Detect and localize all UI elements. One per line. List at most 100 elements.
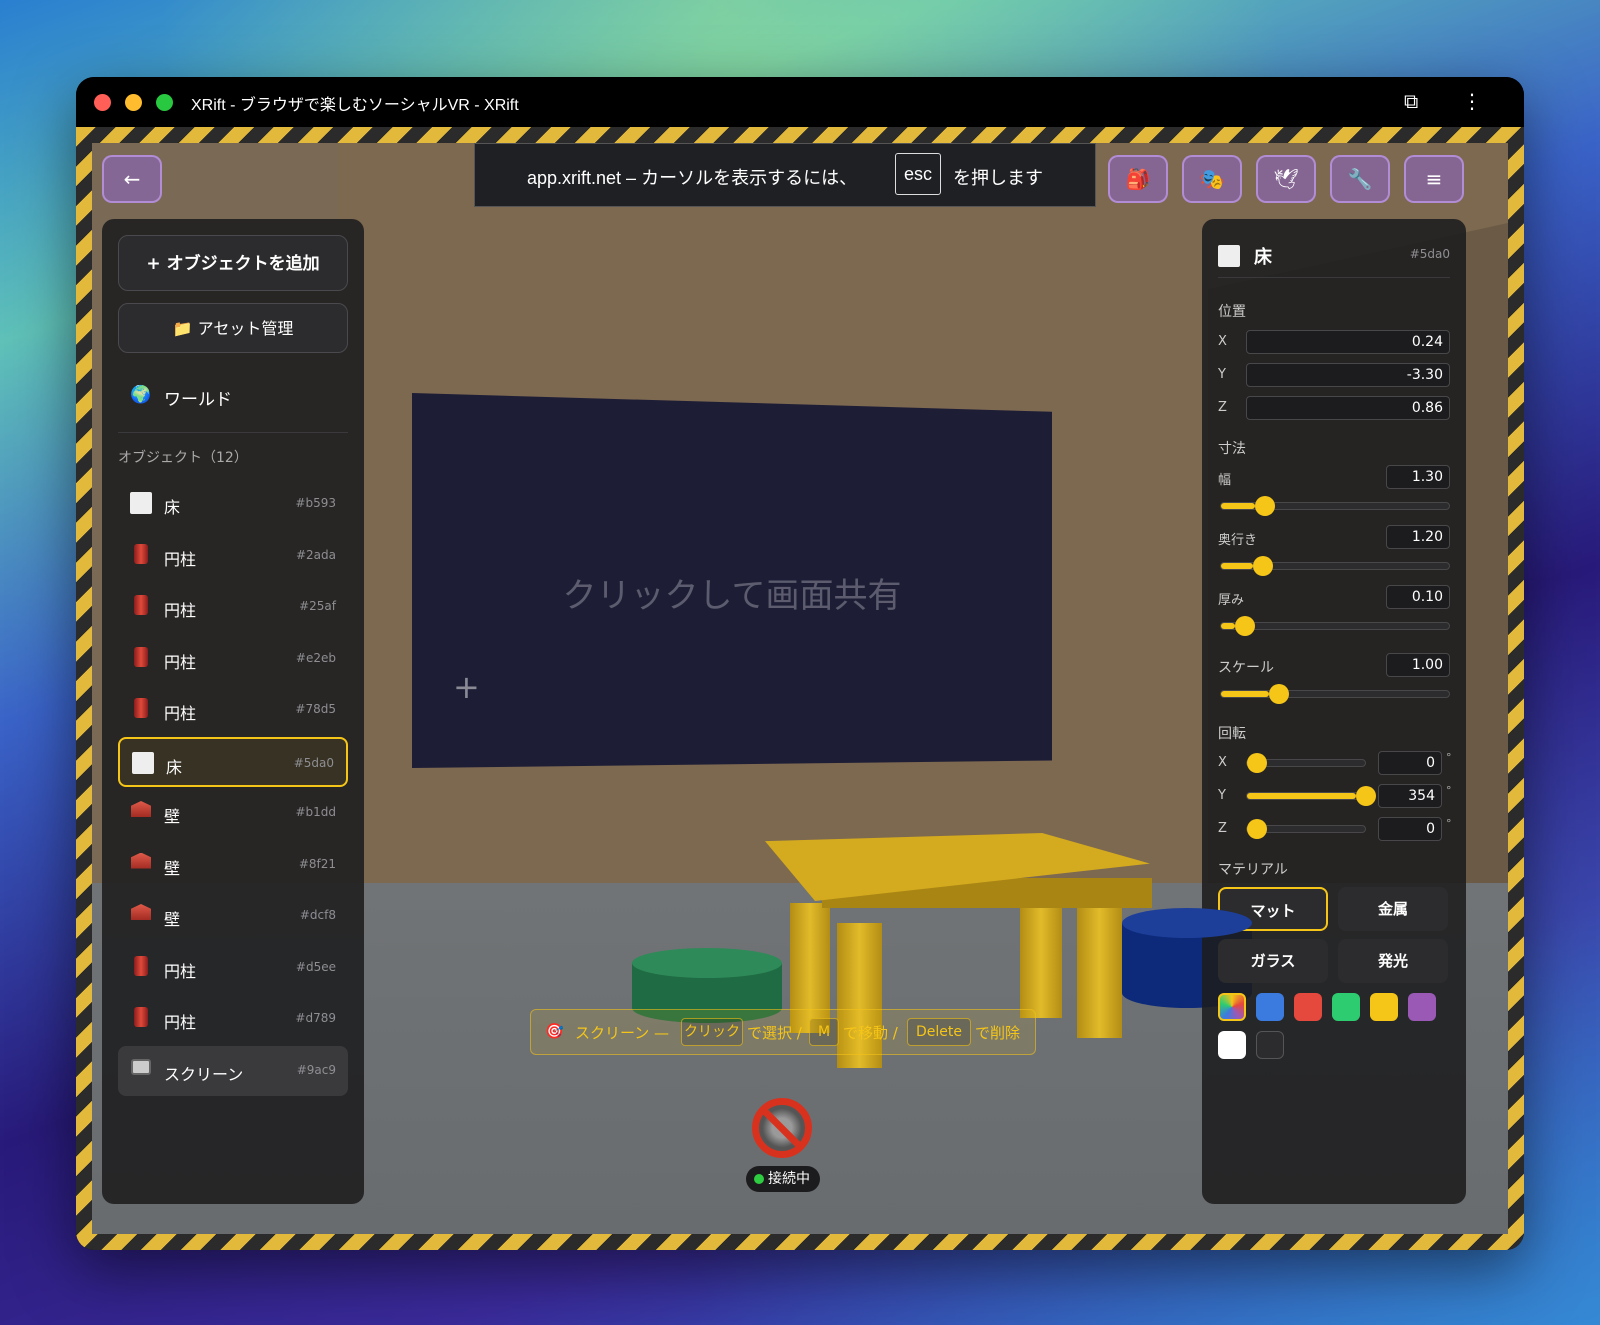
minimize-window-button[interactable] <box>125 94 142 111</box>
width-slider[interactable] <box>1220 496 1450 516</box>
scale-slider[interactable] <box>1220 684 1450 704</box>
color-swatch-dark[interactable] <box>1256 1031 1284 1059</box>
object-id: #5da0 <box>1409 247 1450 261</box>
list-item[interactable]: 壁 #8f21 <box>118 840 348 890</box>
close-window-button[interactable] <box>94 94 111 111</box>
dove-icon[interactable]: 🕊 <box>1256 155 1316 203</box>
asset-manager-button[interactable]: 📁 アセット管理 <box>118 303 348 353</box>
cylinder-icon <box>134 543 148 564</box>
menu-button[interactable]: ≡ <box>1404 155 1464 203</box>
globe-icon: 🌍 <box>130 385 152 405</box>
hint-text: で削除 <box>975 1024 1021 1042</box>
extension-puzzle-icon[interactable]: ⧉ <box>1404 89 1418 113</box>
share-screen-object[interactable]: クリックして画面共有 <box>412 393 1052 768</box>
wall-icon <box>131 852 151 869</box>
list-item[interactable]: 円柱 #e2eb <box>118 634 348 684</box>
white-box-icon <box>130 492 152 514</box>
hint-text: で選択 / <box>747 1024 802 1042</box>
table-leg <box>1020 893 1062 1018</box>
folder-icon: 📁 <box>172 319 193 338</box>
width-input[interactable]: 1.30 <box>1386 465 1450 489</box>
list-item[interactable]: 円柱 #d5ee <box>118 943 348 993</box>
3d-viewport[interactable]: クリックして画面共有 + ← app.xrift.net – カーソルを表示する… <box>92 143 1508 1234</box>
list-item[interactable]: 円柱 #2ada <box>118 531 348 581</box>
crosshair-icon: + <box>453 668 480 706</box>
more-options-icon[interactable]: ⋮ <box>1462 89 1482 113</box>
properties-panel: 床 #5da0 位置 X 0.24 Y -3.30 Z 0.86 寸法 幅 1.… <box>1202 219 1466 1204</box>
rotation-x-slider[interactable] <box>1246 753 1366 773</box>
list-item[interactable]: 床 #b593 <box>118 479 348 529</box>
list-item[interactable]: スクリーン #9ac9 <box>118 1045 348 1096</box>
world-label: ワールド <box>164 390 232 410</box>
m-key: M <box>809 1018 839 1046</box>
rotation-y-slider[interactable] <box>1246 786 1376 806</box>
list-item[interactable]: 壁 #b1dd <box>118 788 348 838</box>
position-y-input[interactable]: -3.30 <box>1246 363 1450 387</box>
dimensions-section-label: 寸法 <box>1218 441 1246 457</box>
click-key: クリック <box>681 1018 743 1046</box>
delete-key: Delete <box>907 1018 971 1046</box>
rotation-section-label: 回転 <box>1218 726 1246 742</box>
world-item[interactable]: 🌍 ワールド <box>118 371 348 421</box>
thickness-input[interactable]: 0.10 <box>1386 585 1450 609</box>
object-list-panel: + オブジェクトを追加 📁 アセット管理 🌍 ワールド オブジェクト（12） 床… <box>102 219 364 1204</box>
depth-input[interactable]: 1.20 <box>1386 525 1450 549</box>
thickness-slider[interactable] <box>1220 616 1450 636</box>
color-swatch-red[interactable] <box>1294 993 1322 1021</box>
backpack-icon[interactable]: 🎒 <box>1108 155 1168 203</box>
rotation-z-input[interactable]: 0 <box>1378 817 1442 841</box>
wall-icon <box>131 904 151 920</box>
window-title: XRift - ブラウザで楽しむソーシャルVR - XRift <box>191 97 519 114</box>
list-item[interactable]: 円柱 #25af <box>118 582 348 632</box>
banner-suffix: を押します <box>953 168 1043 188</box>
shortcut-hint-bar: 🎯 スクリーン — クリック で選択 / M で移動 / Delete で削除 <box>530 1009 1036 1055</box>
list-item[interactable]: 壁 #dcf8 <box>118 891 348 941</box>
browser-window: XRift - ブラウザで楽しむソーシャルVR - XRift ⧉ ⋮ クリック… <box>76 77 1524 1250</box>
material-glass-button[interactable]: ガラス <box>1218 939 1328 983</box>
cylinder-icon <box>134 1007 148 1027</box>
scale-input[interactable]: 1.00 <box>1386 653 1450 677</box>
color-swatch-white[interactable] <box>1218 1031 1246 1059</box>
list-item-selected[interactable]: 床 #5da0 <box>118 736 348 787</box>
objects-header: オブジェクト（12） <box>118 450 248 466</box>
rotation-z-slider[interactable] <box>1246 819 1366 839</box>
title-bar: XRift - ブラウザで楽しむソーシャルVR - XRift ⧉ ⋮ <box>76 77 1524 127</box>
pos-y-label: Y <box>1218 367 1226 382</box>
material-metal-button[interactable]: 金属 <box>1338 887 1448 931</box>
rotation-y-input[interactable]: 354 <box>1378 784 1442 808</box>
material-emissive-button[interactable]: 発光 <box>1338 939 1448 983</box>
hint-text: で移動 / <box>843 1024 898 1042</box>
maximize-window-button[interactable] <box>156 94 173 111</box>
position-section-label: 位置 <box>1218 304 1246 320</box>
microphone-muted-icon[interactable] <box>752 1098 812 1158</box>
list-item[interactable]: 円柱 #d789 <box>118 994 348 1044</box>
esc-key: esc <box>895 153 941 195</box>
position-x-input[interactable]: 0.24 <box>1246 330 1450 354</box>
rotation-x-input[interactable]: 0 <box>1378 751 1442 775</box>
custom-color-picker[interactable] <box>1218 993 1246 1021</box>
add-object-button[interactable]: + オブジェクトを追加 <box>118 235 348 291</box>
degree-unit: ° <box>1446 784 1452 797</box>
divider <box>118 432 348 433</box>
asset-manager-label: アセット管理 <box>197 319 294 338</box>
cylinder-icon <box>134 595 148 615</box>
cylinder-icon <box>134 698 148 718</box>
width-label: 幅 <box>1218 473 1232 488</box>
depth-slider[interactable] <box>1220 556 1450 576</box>
color-swatch-green[interactable] <box>1332 993 1360 1021</box>
list-item[interactable]: 円柱 #78d5 <box>118 685 348 735</box>
page-content: クリックして画面共有 + ← app.xrift.net – カーソルを表示する… <box>76 127 1524 1250</box>
rot-x-label: X <box>1218 755 1227 770</box>
connection-status: 接続中 <box>746 1166 820 1192</box>
object-list: 床 #b593 円柱 #2ada 円柱 #25af 円柱 #e2eb 円柱 #78d5 床… <box>118 479 348 1097</box>
color-swatch-purple[interactable] <box>1408 993 1436 1021</box>
color-swatch-yellow[interactable] <box>1370 993 1398 1021</box>
position-z-input[interactable]: 0.86 <box>1246 396 1450 420</box>
wrench-icon[interactable]: 🔧 <box>1330 155 1390 203</box>
table-leg <box>1077 903 1122 1038</box>
color-swatch-blue[interactable] <box>1256 993 1284 1021</box>
cylinder-icon <box>134 646 148 667</box>
avatar-icon[interactable]: 🎭 <box>1182 155 1242 203</box>
rot-y-label: Y <box>1218 788 1226 803</box>
back-button[interactable]: ← <box>102 155 162 203</box>
